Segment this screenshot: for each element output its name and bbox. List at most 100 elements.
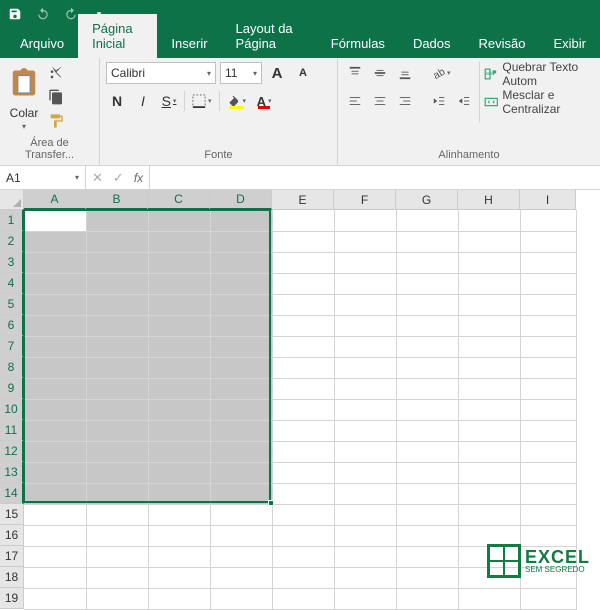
cell[interactable] [148,441,210,462]
row-header-18[interactable]: 18 [0,567,24,588]
cell[interactable] [396,567,458,588]
row-header-12[interactable]: 12 [0,441,24,462]
cell[interactable] [86,273,148,294]
tab-layout[interactable]: Layout da Página [222,14,317,58]
cell[interactable] [24,567,86,588]
row-header-2[interactable]: 2 [0,231,24,252]
cell[interactable] [210,483,272,504]
row-header-9[interactable]: 9 [0,378,24,399]
cell[interactable] [458,294,520,315]
row-header-8[interactable]: 8 [0,357,24,378]
cell[interactable] [148,315,210,336]
copy-icon[interactable] [46,88,66,106]
row-header-11[interactable]: 11 [0,420,24,441]
col-header-H[interactable]: H [458,190,520,210]
cell[interactable] [210,399,272,420]
col-header-C[interactable]: C [148,190,210,210]
cell[interactable] [396,462,458,483]
col-header-I[interactable]: I [520,190,576,210]
cell[interactable] [24,294,86,315]
col-header-F[interactable]: F [334,190,396,210]
cell[interactable] [148,483,210,504]
cell[interactable] [148,588,210,609]
cell[interactable] [86,588,148,609]
cell[interactable] [24,210,86,231]
row-header-7[interactable]: 7 [0,336,24,357]
cell[interactable] [86,252,148,273]
cell[interactable] [210,588,272,609]
cell[interactable] [334,441,396,462]
cell[interactable] [396,336,458,357]
cell[interactable] [334,483,396,504]
cell[interactable] [86,420,148,441]
cell[interactable] [210,546,272,567]
cell[interactable] [396,231,458,252]
cell[interactable] [334,252,396,273]
cell[interactable] [272,294,334,315]
cell[interactable] [520,378,576,399]
cell[interactable] [210,504,272,525]
cell[interactable] [24,231,86,252]
cell[interactable] [272,210,334,231]
cell[interactable] [334,357,396,378]
cell[interactable] [86,357,148,378]
tab-formulas[interactable]: Fórmulas [317,29,399,58]
align-top-icon[interactable] [344,62,366,84]
cell[interactable] [520,588,576,609]
cell[interactable] [520,462,576,483]
align-left-icon[interactable] [344,90,366,112]
cell[interactable] [86,504,148,525]
row-header-17[interactable]: 17 [0,546,24,567]
tab-view[interactable]: Exibir [539,29,600,58]
col-header-G[interactable]: G [396,190,458,210]
cell[interactable] [210,462,272,483]
row-header-5[interactable]: 5 [0,294,24,315]
cell[interactable] [24,336,86,357]
cell[interactable] [210,210,272,231]
cell[interactable] [396,441,458,462]
cell[interactable] [396,357,458,378]
cell[interactable] [148,273,210,294]
name-box[interactable]: A1 ▾ [0,166,86,189]
cell[interactable] [272,462,334,483]
cell[interactable] [520,504,576,525]
cell[interactable] [24,588,86,609]
paste-label[interactable]: Colar [10,106,39,120]
cell[interactable] [148,357,210,378]
decrease-font-icon[interactable]: A [292,62,314,84]
tab-insert[interactable]: Inserir [157,29,221,58]
cell[interactable] [396,399,458,420]
row-header-19[interactable]: 19 [0,588,24,609]
cell[interactable] [210,525,272,546]
font-name-select[interactable]: Calibri▾ [106,62,216,84]
cell[interactable] [458,210,520,231]
cell[interactable] [458,336,520,357]
cell[interactable] [458,504,520,525]
cell[interactable] [458,525,520,546]
cell[interactable] [24,504,86,525]
underline-button[interactable]: S [158,90,180,112]
cell[interactable] [334,588,396,609]
cell[interactable] [86,525,148,546]
cell[interactable] [24,357,86,378]
cell[interactable] [396,504,458,525]
cell[interactable] [210,336,272,357]
cell[interactable] [396,273,458,294]
cell[interactable] [148,546,210,567]
cell[interactable] [24,462,86,483]
tab-home[interactable]: Página Inicial [78,14,157,58]
cell[interactable] [272,357,334,378]
cell[interactable] [86,546,148,567]
cell[interactable] [24,378,86,399]
cell[interactable] [458,420,520,441]
row-header-10[interactable]: 10 [0,399,24,420]
cancel-icon[interactable]: ✕ [92,170,103,186]
cell[interactable] [396,315,458,336]
cell[interactable] [210,231,272,252]
cell[interactable] [396,525,458,546]
cell[interactable] [86,231,148,252]
align-right-icon[interactable] [394,90,416,112]
cell[interactable] [210,441,272,462]
cell[interactable] [24,546,86,567]
col-header-B[interactable]: B [86,190,148,210]
